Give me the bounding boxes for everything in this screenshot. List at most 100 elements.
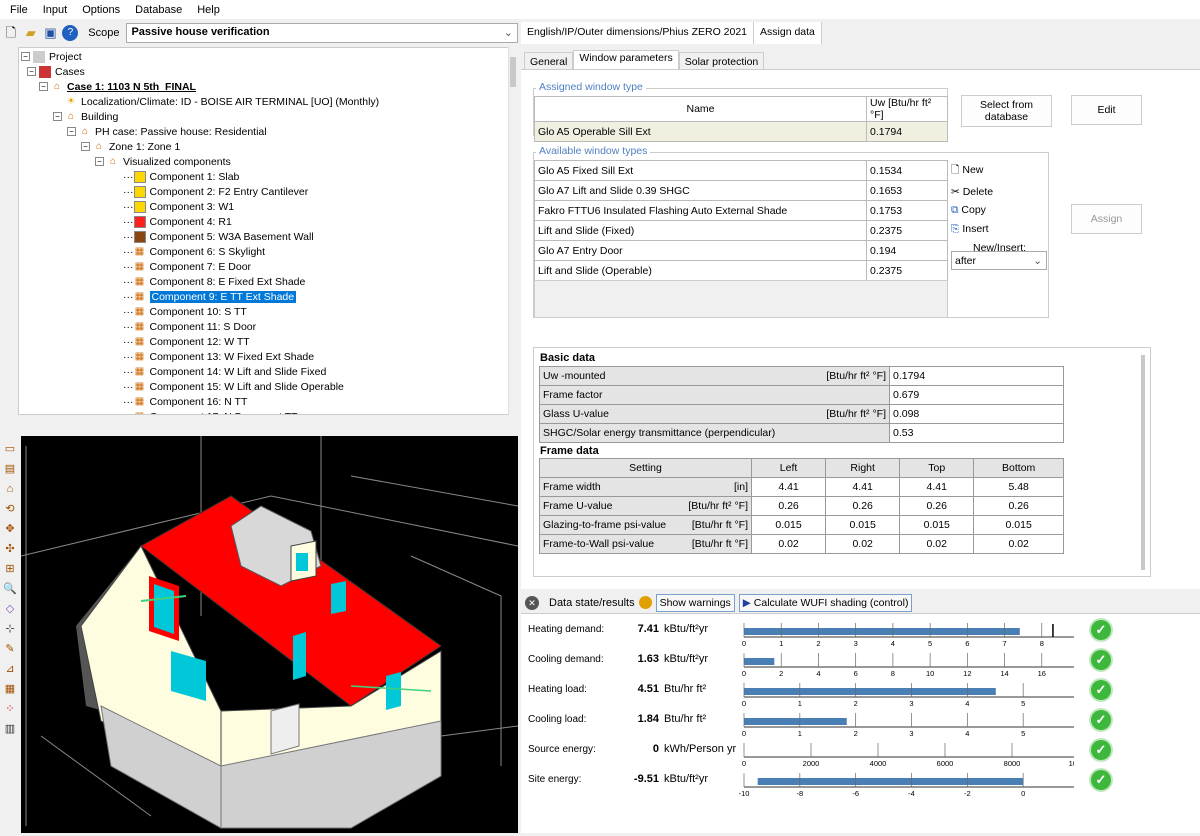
tree-node-component[interactable]: ··· ▦ Component 9: E TT Ext Shade xyxy=(123,289,297,304)
tree-node-component[interactable]: ··· Component 3: W1 xyxy=(123,199,234,214)
select-from-database-button[interactable]: Select from database xyxy=(961,95,1052,127)
frame-value[interactable]: 0.015 xyxy=(973,515,1064,535)
basic-value[interactable]: 0.1794 xyxy=(889,366,1064,386)
window-icon[interactable]: ▦ xyxy=(3,682,17,696)
collapse-icon[interactable]: − xyxy=(81,142,90,151)
edit-button[interactable]: Edit xyxy=(1071,95,1142,125)
save-icon[interactable]: ▣ xyxy=(43,25,59,41)
table-row[interactable]: Glo A7 Lift and Slide 0.39 SHGC 0.1653 xyxy=(534,180,948,201)
scope-select[interactable]: Passive house verification ⌄ xyxy=(126,23,518,43)
collapse-icon[interactable]: − xyxy=(39,82,48,91)
frame-value[interactable]: 0.015 xyxy=(899,515,975,535)
collapse-icon[interactable]: − xyxy=(27,67,36,76)
table-row[interactable]: Fakro FTTU6 Insulated Flashing Auto Exte… xyxy=(534,200,948,221)
basic-value[interactable]: 0.53 xyxy=(889,423,1064,443)
new-file-icon[interactable]: 🗋 xyxy=(3,25,19,41)
frame-value[interactable]: 4.41 xyxy=(750,477,827,497)
menu-database[interactable]: Database xyxy=(135,4,182,16)
tree-node-component[interactable]: ··· Component 1: Slab xyxy=(123,169,239,184)
tree-node-component[interactable]: ··· Component 2: F2 Entry Cantilever xyxy=(123,184,308,199)
assign-button[interactable]: Assign xyxy=(1071,204,1142,234)
tree-node-project[interactable]: − Project xyxy=(21,49,82,64)
house-tool-icon[interactable]: ⌂ xyxy=(3,482,17,496)
menu-file[interactable]: File xyxy=(10,4,28,16)
tree-node-component[interactable]: ··· ▦ Component 14: W Lift and Slide Fixe… xyxy=(123,364,326,379)
tree-node-component[interactable]: ··· ▦ Component 11: S Door xyxy=(123,319,256,334)
zoom-icon[interactable]: 🔍 xyxy=(3,582,17,596)
axes-icon[interactable]: ⊹ xyxy=(3,622,17,636)
points-icon[interactable]: ⁘ xyxy=(3,702,17,716)
collapse-icon[interactable]: − xyxy=(95,157,104,166)
data-scrollbar[interactable] xyxy=(1141,355,1145,570)
tree-node-component[interactable]: ··· ▦ Component 10: S TT xyxy=(123,304,247,319)
select-icon[interactable]: ⊿ xyxy=(3,662,17,676)
frame-value[interactable]: 0.02 xyxy=(973,534,1064,554)
tree-node-component[interactable]: ··· ▦ Component 15: W Lift and Slide Oper… xyxy=(123,379,344,394)
edit-icon[interactable]: ◇ xyxy=(3,602,17,616)
tree-node-localization[interactable]: ☀ Localization/Climate: ID - BOISE AIR TE… xyxy=(65,94,380,109)
insert-button[interactable]: ⎘ Insert xyxy=(951,223,1026,236)
tree-node-cases[interactable]: − Cases xyxy=(27,64,85,79)
tree-node-component[interactable]: ··· ▦ Component 8: E Fixed Ext Shade xyxy=(123,274,305,289)
menu-input[interactable]: Input xyxy=(43,4,67,16)
tree-node-component[interactable]: ··· Component 5: W3A Basement Wall xyxy=(123,229,314,244)
tree-node-case1[interactable]: − ⌂ Case 1: 1103 N 5th_FINAL xyxy=(39,79,196,94)
move-icon[interactable]: ✥ xyxy=(3,522,17,536)
assigned-name[interactable]: Glo A5 Operable Sill Ext xyxy=(534,121,867,142)
copy-button[interactable]: ⧉ Copy xyxy=(951,204,1026,217)
collapse-icon[interactable]: − xyxy=(67,127,76,136)
table-row[interactable]: Glo A5 Fixed Sill Ext 0.1534 xyxy=(534,160,948,181)
tab-assign-data[interactable]: Assign data xyxy=(754,22,822,44)
tree-node-building[interactable]: − ⌂ Building xyxy=(53,109,118,124)
rotate-icon[interactable]: ⟲ xyxy=(3,502,17,516)
frame-value[interactable]: 4.41 xyxy=(825,477,901,497)
table-row[interactable]: Glo A7 Entry Door 0.194 xyxy=(534,240,948,261)
frame-value[interactable]: 4.41 xyxy=(899,477,975,497)
show-warnings-button[interactable]: Show warnings xyxy=(655,593,735,612)
collapse-icon[interactable]: − xyxy=(21,52,30,61)
scroll-thumb[interactable] xyxy=(510,57,516,87)
frame-value[interactable]: 0.26 xyxy=(825,496,901,516)
list-icon[interactable]: ▥ xyxy=(3,722,17,736)
basic-value[interactable]: 0.679 xyxy=(889,385,1064,405)
tree-node-component[interactable]: ··· ▦Component 17: N Basement TT xyxy=(123,409,298,415)
table-row[interactable]: Lift and Slide (Operable) 0.2375 xyxy=(534,260,948,281)
tree-node-component[interactable]: ··· ▦ Component 13: W Fixed Ext Shade xyxy=(123,349,314,364)
close-icon[interactable]: ✕ xyxy=(525,595,539,610)
frame-value[interactable]: 0.02 xyxy=(750,534,827,554)
tree-node-component[interactable]: ··· ▦ Component 6: S Skylight xyxy=(123,244,265,259)
view-window-icon[interactable]: ▭ xyxy=(3,442,17,456)
tree-node-component[interactable]: ··· ▦ Component 16: N TT xyxy=(123,394,247,409)
tree-node-zone[interactable]: − ⌂ Zone 1: Zone 1 xyxy=(81,139,180,154)
component-icon[interactable]: ▤ xyxy=(3,462,17,476)
assigned-uw[interactable]: 0.1794 xyxy=(866,121,948,142)
frame-value[interactable]: 0.26 xyxy=(899,496,975,516)
frame-value[interactable]: 0.02 xyxy=(899,534,975,554)
tree-node-component[interactable]: ··· ▦ Component 12: W TT xyxy=(123,334,250,349)
frame-value[interactable]: 0.02 xyxy=(825,534,901,554)
tree-node-component[interactable]: ··· Component 4: R1 xyxy=(123,214,232,229)
help-icon[interactable]: ? xyxy=(62,25,79,41)
tree-node-component[interactable]: ··· ▦ Component 7: E Door xyxy=(123,259,251,274)
frame-value[interactable]: 0.26 xyxy=(750,496,827,516)
new-insert-select[interactable]: after ⌄ xyxy=(951,251,1047,270)
tab-units[interactable]: English/IP/Outer dimensions/Phius ZERO 2… xyxy=(521,22,755,44)
frame-value[interactable]: 0.26 xyxy=(973,496,1064,516)
menu-options[interactable]: Options xyxy=(82,4,120,16)
pan-icon[interactable]: ✣ xyxy=(3,542,17,556)
collapse-icon[interactable]: − xyxy=(53,112,62,121)
frame-value[interactable]: 0.015 xyxy=(825,515,901,535)
new-button[interactable]: 🗋 New xyxy=(951,162,1026,180)
zoom-fit-icon[interactable]: ⊞ xyxy=(3,562,17,576)
3d-view[interactable] xyxy=(20,436,519,833)
tree-node-visualized[interactable]: − ⌂ Visualized components xyxy=(95,154,231,169)
basic-value[interactable]: 0.098 xyxy=(889,404,1064,424)
warning-icon[interactable] xyxy=(638,596,652,609)
tree-node-phcase[interactable]: − ⌂ PH case: Passive house: Residential xyxy=(67,124,267,139)
measure-icon[interactable]: ✎ xyxy=(3,642,17,656)
calculate-shading-button[interactable]: ▶ Calculate WUFI shading (control) xyxy=(738,593,913,612)
tree-scrollbar[interactable] xyxy=(508,47,518,415)
tab-window-parameters[interactable]: Window parameters xyxy=(573,50,679,71)
delete-button[interactable]: ✂ Delete xyxy=(951,186,1026,198)
frame-value[interactable]: 0.015 xyxy=(750,515,827,535)
